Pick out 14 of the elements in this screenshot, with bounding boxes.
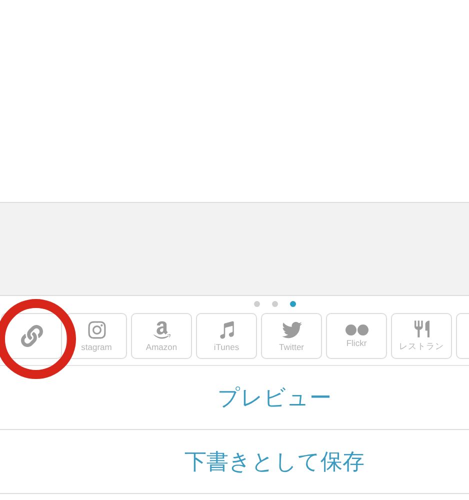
embed-tile[interactable]: iTunes [196, 313, 257, 359]
amazon-icon [152, 320, 172, 340]
camera-icon [86, 320, 106, 340]
link-icon [20, 325, 42, 347]
fork-knife-icon [412, 319, 432, 339]
embed-tile[interactable]: レストラン [391, 313, 452, 359]
embed-tile[interactable]: Flickr [326, 313, 387, 359]
page-dot[interactable] [290, 301, 296, 307]
embed-tile[interactable]: Amazon [131, 313, 192, 359]
embed-tile[interactable]: Twitter [261, 313, 322, 359]
page-dot[interactable] [272, 301, 278, 307]
page-dot[interactable] [254, 301, 260, 307]
two-dots-icon [344, 324, 368, 336]
bird-icon [282, 320, 302, 340]
